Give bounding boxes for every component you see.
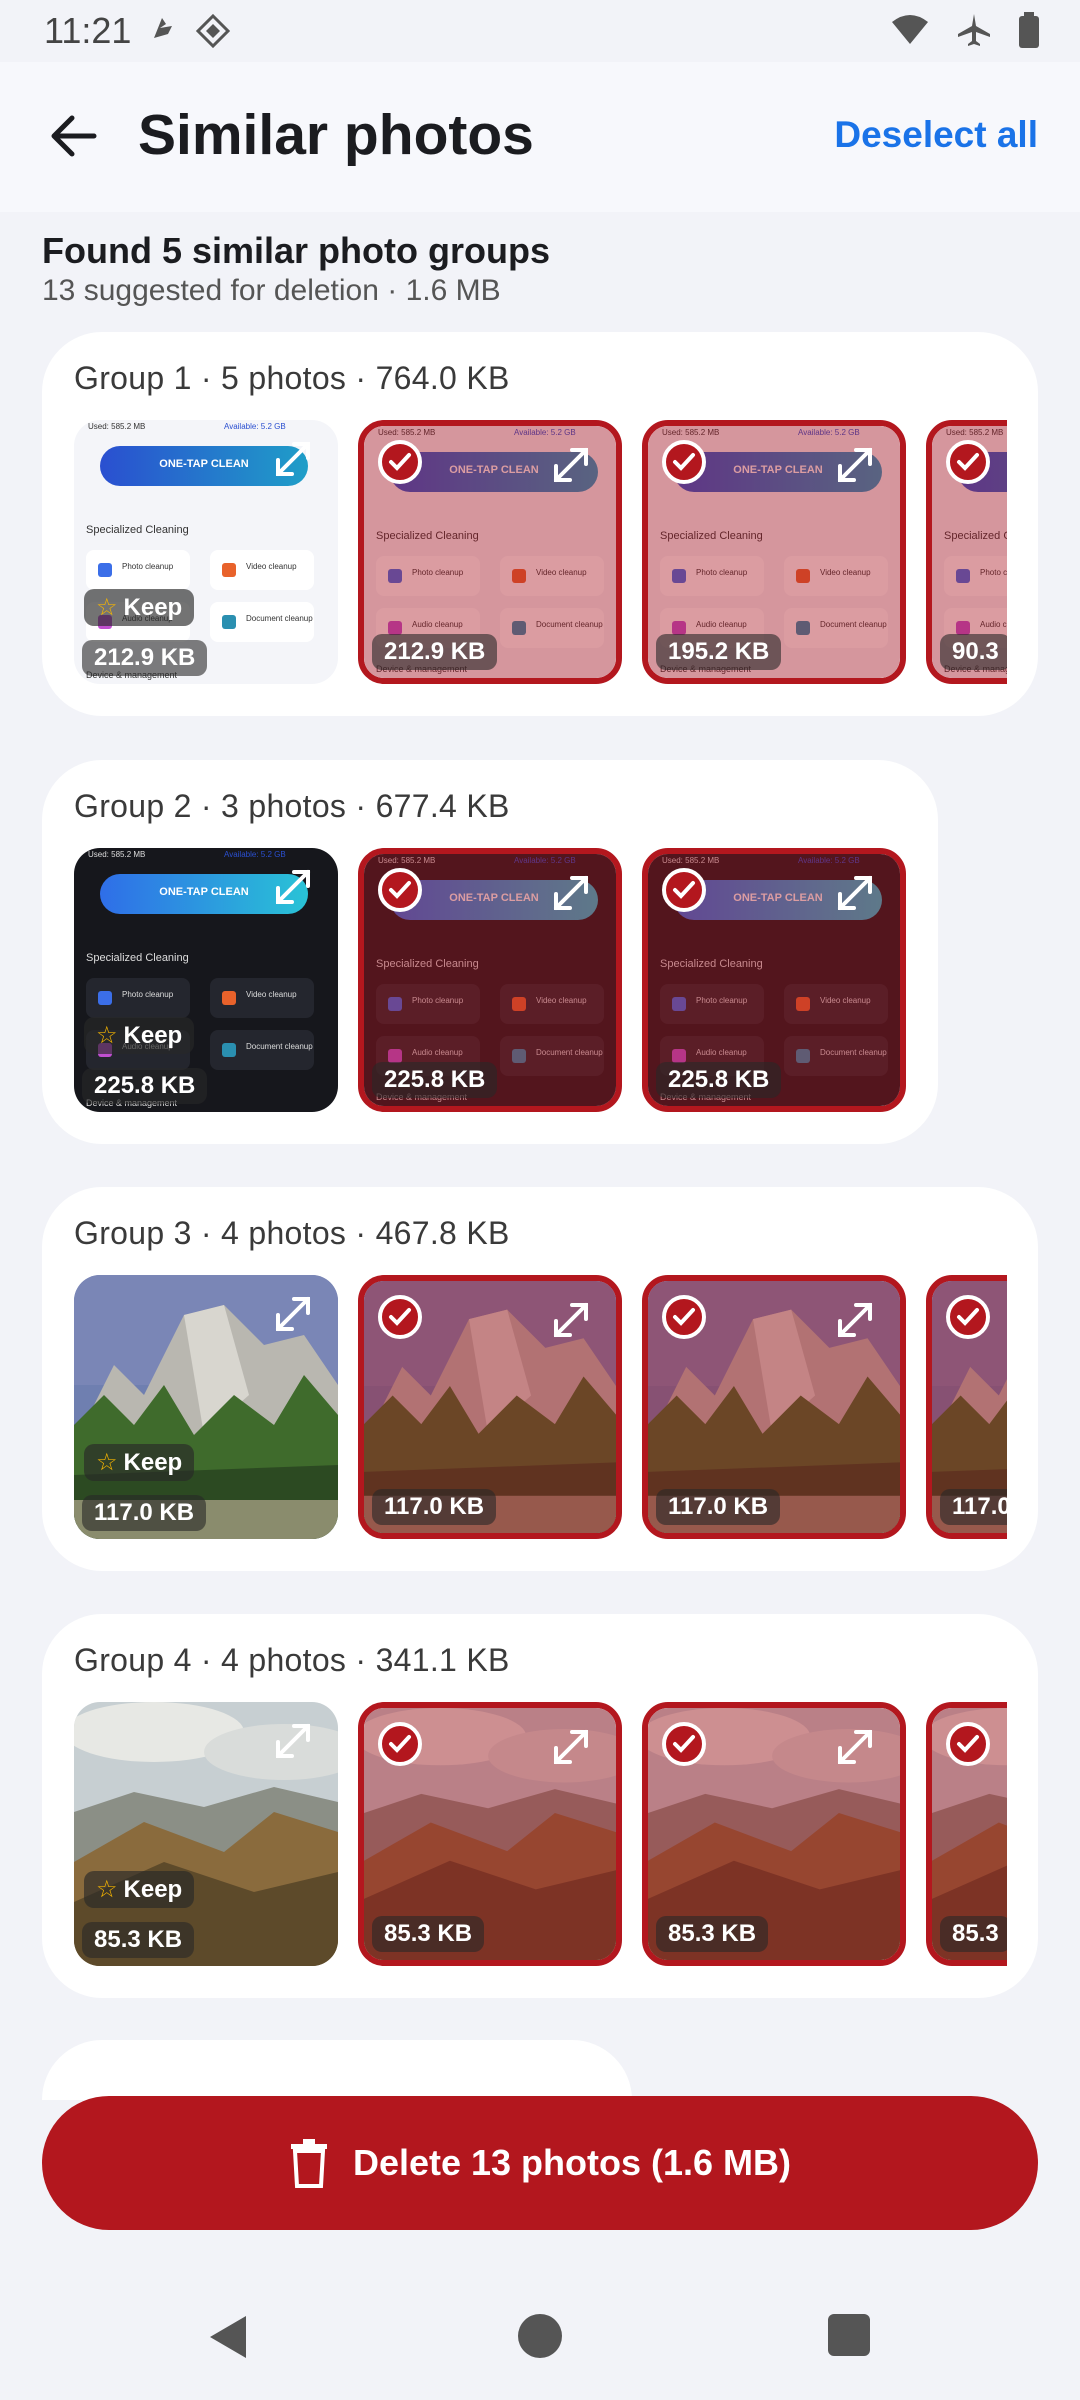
airplane-mode-icon: [958, 14, 990, 46]
group-title: Group 3 · 4 photos · 467.8 KB: [74, 1215, 510, 1251]
group-title: Group 1 · 5 photos · 764.0 KB: [74, 360, 510, 396]
photo-thumbnail[interactable]: Used: 585.2 MB Available: 5.2 GB ONE-TAP…: [74, 420, 338, 684]
expand-icon[interactable]: [272, 438, 314, 480]
file-size-badge: 212.9 KB: [82, 640, 208, 676]
app-bar: Similar photos Deselect all: [0, 62, 1080, 212]
photo-thumbnail[interactable]: ☆ Keep 85.3 KB: [74, 1702, 338, 1966]
expand-icon[interactable]: [834, 872, 876, 914]
file-size-badge: 212.9 KB: [372, 634, 498, 670]
star-icon: ☆: [96, 1449, 118, 1476]
group-card: Group 4 · 4 photos · 341.1 KB ☆ Keep 85.3…: [42, 1614, 1038, 1998]
photo-thumbnail[interactable]: Used: 585.2 MB Available: 5.2 GB ONE-TAP…: [642, 420, 906, 684]
photo-thumbnail[interactable]: Used: 585.2 MB Available: 5.2 GB ONE-TAP…: [358, 848, 622, 1112]
wifi-icon: [892, 15, 928, 44]
expand-icon[interactable]: [272, 1293, 314, 1335]
thumbnail-row[interactable]: ☆ Keep 85.3 KB 85.3 KB 85.3 KB 85.3: [74, 1702, 1007, 1966]
selected-check-icon[interactable]: [946, 1295, 990, 1339]
expand-icon[interactable]: [834, 1726, 876, 1768]
file-size-badge: 225.8 KB: [656, 1062, 782, 1098]
star-icon: ☆: [96, 1022, 118, 1049]
photo-thumbnail[interactable]: Used: 585.2 MB Available: 5.2 GB ONE-TAP…: [358, 420, 622, 684]
photo-thumbnail[interactable]: 117.0: [926, 1275, 1007, 1539]
group-card: Group 2 · 3 photos · 677.4 KB Used: 585.…: [42, 760, 938, 1144]
photo-thumbnail[interactable]: Used: 585.2 MB Available: 5.2 GB ONE-TAP…: [642, 848, 906, 1112]
file-size-badge: 195.2 KB: [656, 634, 782, 670]
file-size-badge: 90.3: [940, 634, 1007, 670]
group-card: Group 1 · 5 photos · 764.0 KB Used: 585.…: [42, 332, 1038, 716]
keep-badge: ☆ Keep: [84, 1444, 195, 1481]
keep-badge: ☆ Keep: [84, 1871, 195, 1908]
thumbnail-row[interactable]: ☆ Keep 117.0 KB 117.0 KB 117.0 KB 117.0: [74, 1275, 1007, 1539]
system-nav-bar: [0, 2290, 1080, 2400]
thumbnail-row[interactable]: Used: 585.2 MB Available: 5.2 GB ONE-TAP…: [74, 420, 1007, 684]
selected-check-icon[interactable]: [378, 868, 422, 912]
file-size-badge: 225.8 KB: [372, 1062, 498, 1098]
expand-icon[interactable]: [272, 866, 314, 908]
photo-thumbnail[interactable]: Used: 585.2 MB Available: 5.2 GB ONE-TAP…: [74, 848, 338, 1112]
selected-check-icon[interactable]: [662, 440, 706, 484]
file-size-badge: 85.3 KB: [656, 1916, 769, 1952]
selected-check-icon[interactable]: [946, 1722, 990, 1766]
photo-thumbnail[interactable]: ☆ Keep 117.0 KB: [74, 1275, 338, 1539]
photo-thumbnail[interactable]: Used: 585.2 MB Available: 5.2 GB ONE-TAP…: [926, 420, 1007, 684]
expand-icon[interactable]: [272, 1720, 314, 1762]
selected-check-icon[interactable]: [378, 440, 422, 484]
thumbnail-row[interactable]: Used: 585.2 MB Available: 5.2 GB ONE-TAP…: [74, 848, 938, 1112]
expand-icon[interactable]: [550, 1299, 592, 1341]
battery-icon: [1019, 12, 1039, 48]
star-icon: ☆: [96, 594, 118, 621]
page-title: Similar photos: [138, 103, 534, 167]
selected-check-icon[interactable]: [946, 440, 990, 484]
expand-icon[interactable]: [834, 1299, 876, 1341]
group-title: Group 2 · 3 photos · 677.4 KB: [74, 788, 510, 824]
trash-icon: [290, 2139, 327, 2188]
selected-check-icon[interactable]: [662, 1295, 706, 1339]
file-size-badge: 85.3: [940, 1916, 1007, 1952]
selected-check-icon[interactable]: [378, 1722, 422, 1766]
file-size-badge: 117.0 KB: [372, 1489, 497, 1525]
group-card: Group 3 · 4 photos · 467.8 KB ☆ Keep 117.…: [42, 1187, 1038, 1571]
status-bar: 11:21: [0, 0, 1080, 62]
nav-back-icon[interactable]: [206, 2314, 250, 2360]
file-size-badge: 117.0 KB: [82, 1495, 207, 1531]
keep-badge: ☆ Keep: [84, 589, 195, 626]
diamond-grid-icon: [196, 14, 230, 48]
expand-icon[interactable]: [550, 444, 592, 486]
file-size-badge: 117.0 KB: [656, 1489, 781, 1525]
photo-thumbnail[interactable]: 85.3: [926, 1702, 1007, 1966]
nav-recents-icon[interactable]: [828, 2314, 870, 2356]
photo-thumbnail[interactable]: 117.0 KB: [642, 1275, 906, 1539]
file-size-badge: 85.3 KB: [82, 1922, 195, 1958]
photo-thumbnail[interactable]: 117.0 KB: [358, 1275, 622, 1539]
summary-subtitle: 13 suggested for deletion · 1.6 MB: [42, 274, 501, 307]
status-time: 11:21: [44, 10, 132, 51]
deselect-all-button[interactable]: Deselect all: [834, 114, 1038, 156]
photo-thumbnail[interactable]: 85.3 KB: [358, 1702, 622, 1966]
selected-check-icon[interactable]: [662, 1722, 706, 1766]
selected-check-icon[interactable]: [662, 868, 706, 912]
expand-icon[interactable]: [550, 1726, 592, 1768]
file-size-badge: 225.8 KB: [82, 1068, 208, 1104]
keep-badge: ☆ Keep: [84, 1017, 195, 1054]
photo-thumbnail[interactable]: 85.3 KB: [642, 1702, 906, 1966]
delete-photos-button[interactable]: Delete 13 photos (1.6 MB): [42, 2096, 1038, 2230]
group-title: Group 4 · 4 photos · 341.1 KB: [74, 1642, 510, 1678]
expand-icon[interactable]: [834, 444, 876, 486]
star-icon: ☆: [96, 1876, 118, 1903]
back-arrow-icon[interactable]: [44, 106, 104, 166]
nav-home-icon[interactable]: [518, 2314, 562, 2358]
summary-title: Found 5 similar photo groups: [42, 230, 550, 271]
file-size-badge: 85.3 KB: [372, 1916, 485, 1952]
fan-icon: [154, 18, 172, 38]
file-size-badge: 117.0: [940, 1489, 1007, 1525]
group-card-peek: [42, 2040, 632, 2100]
delete-button-label: Delete 13 photos (1.6 MB): [352, 2142, 792, 2183]
selected-check-icon[interactable]: [378, 1295, 422, 1339]
expand-icon[interactable]: [550, 872, 592, 914]
